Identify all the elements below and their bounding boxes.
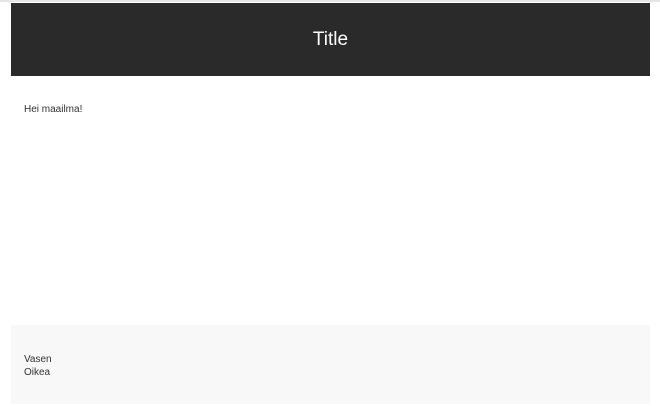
top-divider <box>0 0 660 2</box>
footer-left-text: Vasen <box>24 354 52 365</box>
greeting-text: Hei maailma! <box>24 104 83 115</box>
page-title: Title <box>312 28 349 50</box>
footer-right-text: Oikea <box>24 367 51 378</box>
page-footer: Vasen Oikea <box>11 325 650 404</box>
main-content: Hei maailma! <box>24 104 82 115</box>
page-header: Title <box>11 3 650 76</box>
